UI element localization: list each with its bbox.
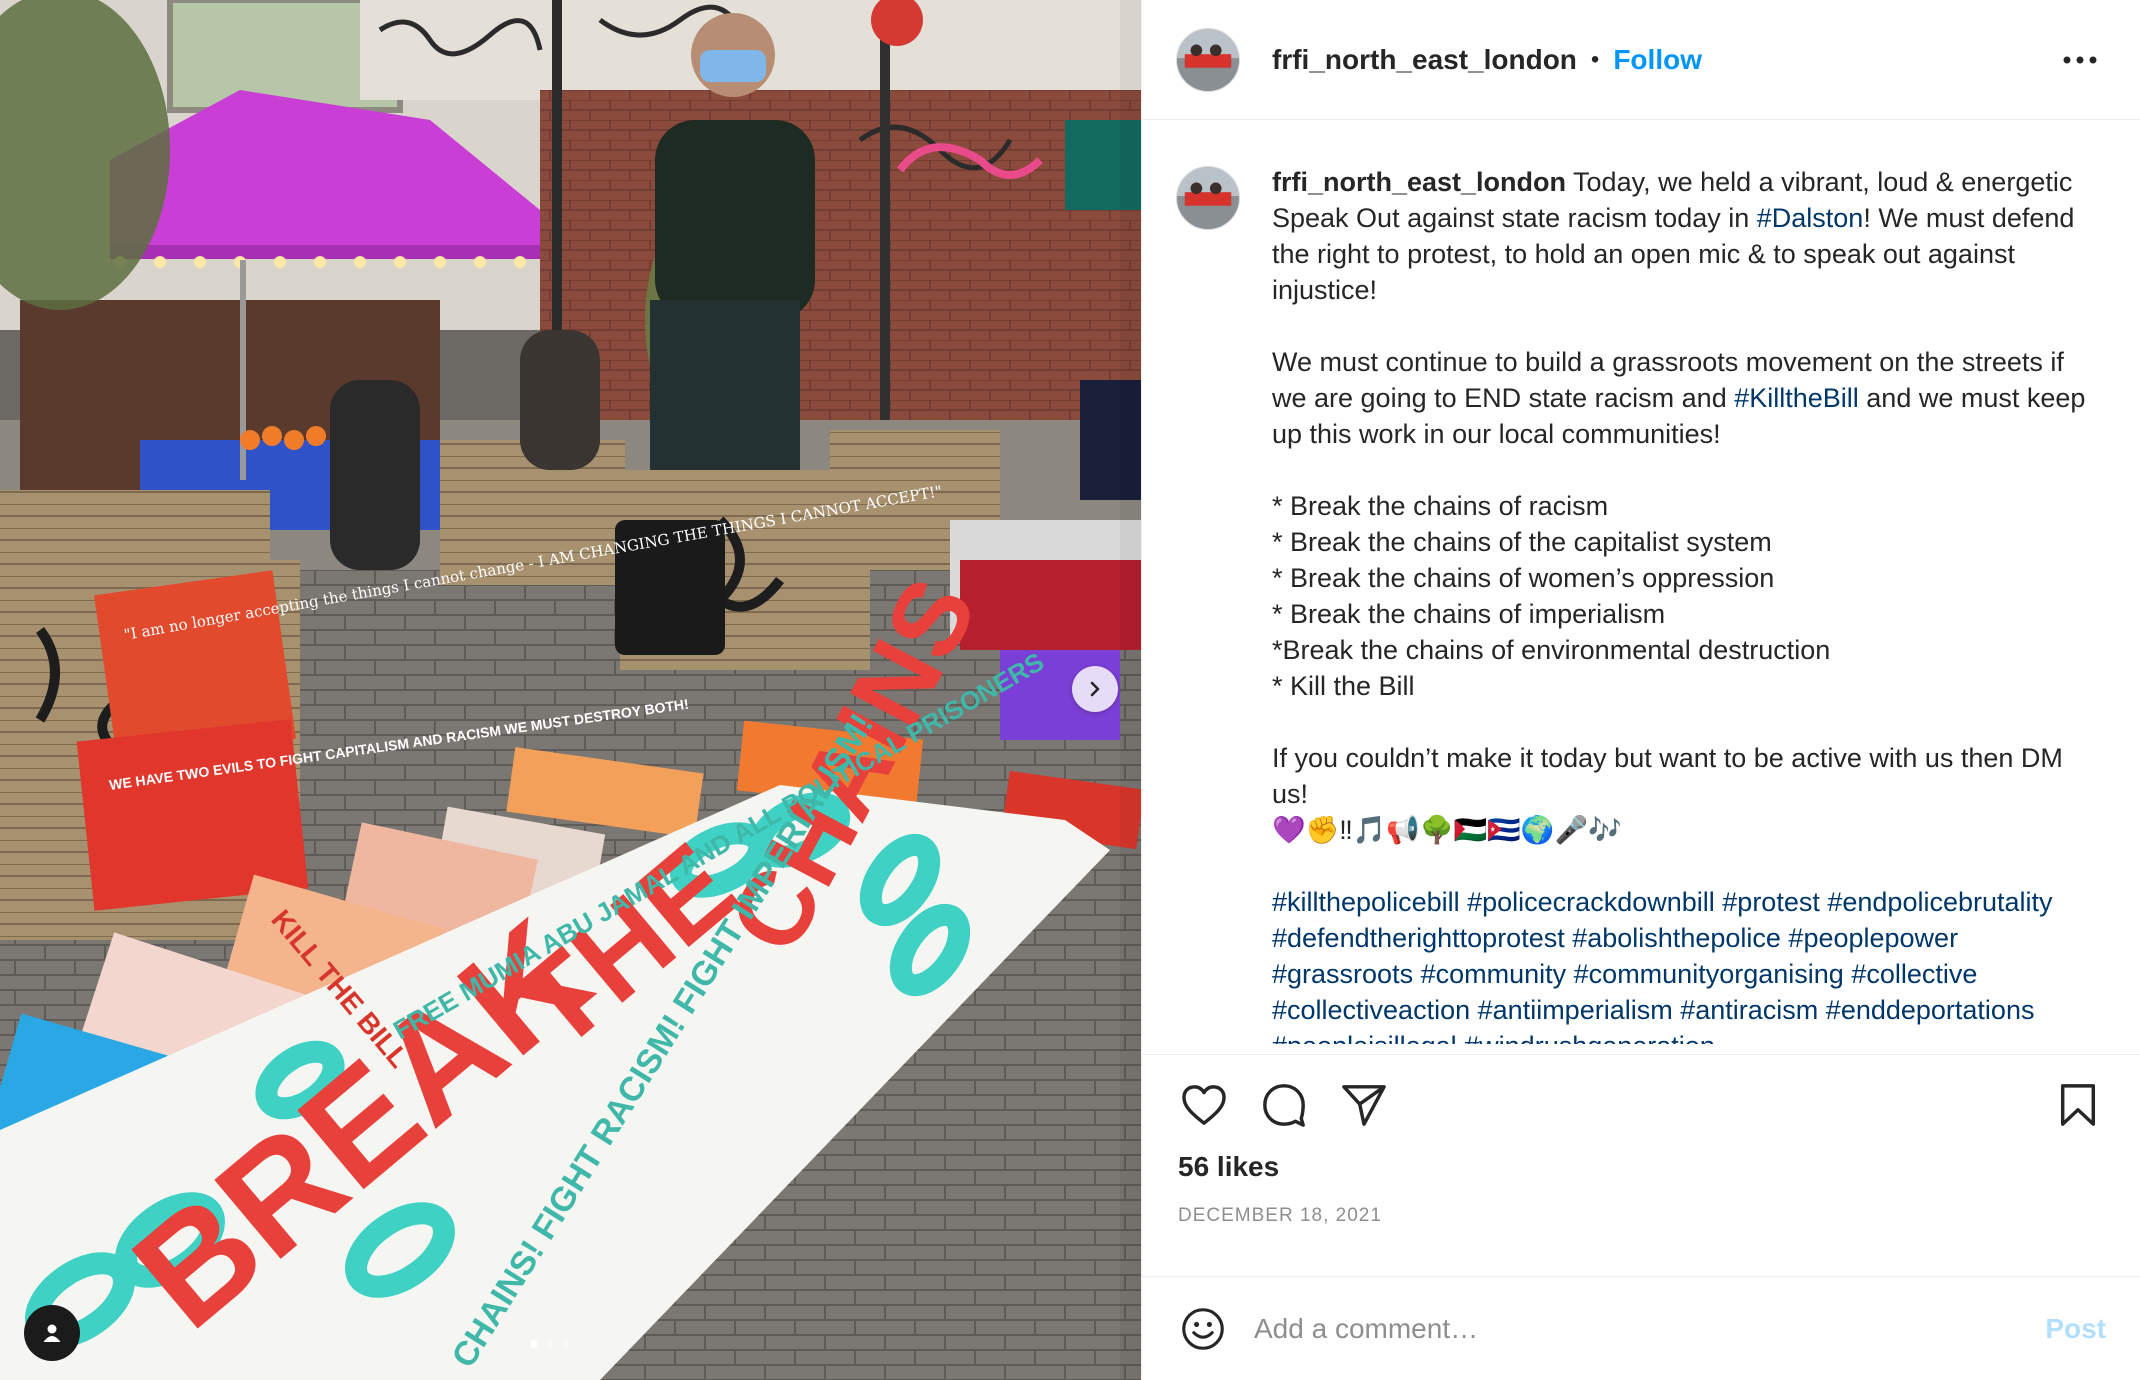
hashtag-link[interactable]: #KilltheBill xyxy=(1734,383,1859,413)
carousel-dot xyxy=(530,1340,538,1348)
profile-photo-icon xyxy=(1177,167,1239,229)
caption-author-avatar[interactable] xyxy=(1176,166,1240,230)
chevron-right-icon xyxy=(1090,681,1100,697)
hashtag-link[interactable]: #defendtherighttoprotest xyxy=(1272,923,1565,953)
emoji-picker-button[interactable] xyxy=(1178,1304,1228,1354)
carousel-dot xyxy=(562,1340,570,1348)
hashtag-link[interactable]: #peoplepower xyxy=(1788,923,1958,953)
post-date[interactable]: DECEMBER 18, 2021 xyxy=(1178,1205,2104,1227)
caption-paragraph: We must continue to build a grassroots m… xyxy=(1272,344,2102,452)
caption-text-segment xyxy=(1818,995,1826,1025)
hashtag-link[interactable]: #peopleisillegal xyxy=(1272,1031,1457,1044)
instagram-post: BREAK THE CHAINS FREE MUMIA ABU JAMAL AN… xyxy=(0,0,2140,1380)
caption-username[interactable]: frfi_north_east_london xyxy=(1272,167,1566,197)
share-button[interactable] xyxy=(1338,1079,1390,1131)
hashtag-link[interactable]: #policecrackdownbill xyxy=(1467,887,1715,917)
caption-text-segment xyxy=(1958,923,1966,953)
caption-text-segment xyxy=(1470,995,1478,1025)
tagged-users-button[interactable] xyxy=(24,1305,80,1361)
follow-button[interactable]: Follow xyxy=(1613,44,1702,76)
caption-text-segment xyxy=(2034,995,2042,1025)
more-options-button[interactable] xyxy=(2056,40,2104,80)
carousel-dot xyxy=(546,1340,554,1348)
likes-count[interactable]: 56 likes xyxy=(1178,1151,2104,1183)
caption-text: frfi_north_east_london Today, we held a … xyxy=(1272,164,2102,1044)
smiley-icon xyxy=(1182,1307,1224,1350)
caption-paragraph: frfi_north_east_london Today, we held a … xyxy=(1272,164,2102,308)
engagement-section: 56 likes DECEMBER 18, 2021 xyxy=(1142,1054,2140,1276)
hashtag-link[interactable]: #killthepolicebill xyxy=(1272,887,1460,917)
comment-composer: Post xyxy=(1142,1276,2140,1380)
hashtag-link[interactable]: #communityorganising xyxy=(1574,959,1844,989)
author-username[interactable]: frfi_north_east_london xyxy=(1272,44,1577,76)
caption-text-segment xyxy=(1977,959,1985,989)
save-button[interactable] xyxy=(2052,1079,2104,1131)
post-photo[interactable]: BREAK THE CHAINS FREE MUMIA ABU JAMAL AN… xyxy=(0,0,1141,1380)
caption-text-segment: If you couldn’t make it today but want t… xyxy=(1272,743,2063,845)
bookmark-icon xyxy=(2060,1084,2096,1126)
street-protest-scene: BREAK THE CHAINS FREE MUMIA ABU JAMAL AN… xyxy=(0,0,1141,1380)
hashtag-link[interactable]: #grassroots xyxy=(1272,959,1413,989)
comment-button[interactable] xyxy=(1258,1079,1310,1131)
caption-spacer xyxy=(1272,308,2102,344)
hashtag-link[interactable]: #community xyxy=(1421,959,1567,989)
action-bar xyxy=(1178,1055,2104,1155)
like-button[interactable] xyxy=(1178,1079,1230,1131)
caption-text-segment: * Break the chains of racism * Break the… xyxy=(1272,491,1831,701)
profile-photo-icon xyxy=(1177,28,1239,91)
hashtag-link[interactable]: #Dalston xyxy=(1757,203,1864,233)
comment-bubble-icon xyxy=(1263,1084,1305,1127)
hashtag-link[interactable]: #enddeportations xyxy=(1826,995,2035,1025)
caption-paragraph: #killthepolicebill #policecrackdownbill … xyxy=(1272,884,2102,1044)
caption-spacer xyxy=(1272,452,2102,488)
carousel-indicator xyxy=(530,1340,570,1348)
post-side-panel: frfi_north_east_london • Follow frfi_nor… xyxy=(1141,0,2140,1380)
caption-paragraph: If you couldn’t make it today but want t… xyxy=(1272,740,2102,848)
hashtag-link[interactable]: #endpolicebrutality xyxy=(1827,887,2052,917)
caption-paragraph: * Break the chains of racism * Break the… xyxy=(1272,488,2102,704)
caption-text-segment xyxy=(1566,959,1574,989)
more-dots-icon xyxy=(2063,56,2097,63)
comment-input[interactable] xyxy=(1254,1312,2046,1345)
hashtag-link[interactable]: #antiimperialism xyxy=(1478,995,1673,1025)
caption-section: frfi_north_east_london Today, we held a … xyxy=(1142,120,2140,1054)
separator-bullet: • xyxy=(1590,45,1600,73)
paper-plane-icon xyxy=(1342,1085,1386,1126)
hashtag-link[interactable]: #windrushgeneration xyxy=(1464,1031,1715,1044)
hashtag-link[interactable]: #abolishthepolice xyxy=(1572,923,1781,953)
author-avatar[interactable] xyxy=(1176,27,1240,92)
caption-spacer xyxy=(1272,704,2102,740)
caption-text-segment xyxy=(2053,887,2061,917)
caption-text-segment xyxy=(1460,887,1468,917)
hashtag-link[interactable]: #collectiveaction xyxy=(1272,995,1470,1025)
heart-icon xyxy=(1182,1085,1226,1125)
caption-spacer xyxy=(1272,848,2102,884)
hashtag-link[interactable]: #protest xyxy=(1722,887,1820,917)
hashtag-link[interactable]: #collective xyxy=(1851,959,1977,989)
post-comment-button[interactable]: Post xyxy=(2045,1313,2106,1345)
carousel-next-button[interactable] xyxy=(1072,666,1118,712)
user-tag-icon xyxy=(43,1324,61,1342)
caption-text-segment xyxy=(1413,959,1421,989)
hashtag-link[interactable]: #antiracism xyxy=(1680,995,1818,1025)
post-header: frfi_north_east_london • Follow xyxy=(1142,0,2140,120)
